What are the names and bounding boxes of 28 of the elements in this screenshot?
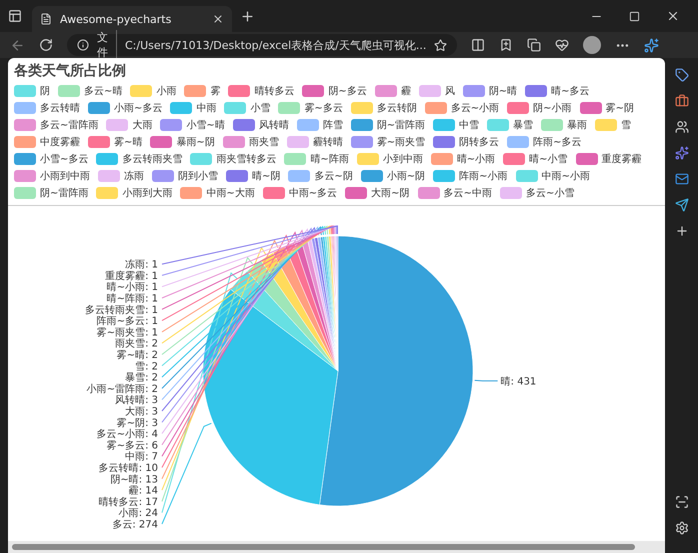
slice-label: 雾~晴: 2: [116, 350, 158, 361]
slice-label: 多云转晴: 10: [98, 463, 158, 474]
slice-label: 阵雨~多云: 1: [96, 316, 158, 328]
slice-label: 暴雪: 2: [125, 372, 158, 384]
slice-label: 晴~小雨: 1: [106, 282, 158, 294]
slice-label: 小雨~雷阵雨: 2: [86, 384, 158, 395]
tab-title: Awesome-pyecharts: [60, 12, 172, 26]
slice-label: 风转晴: 3: [115, 395, 158, 406]
slice-label: 雾~多云: 6: [106, 440, 158, 452]
slice-label: 多云转雨夹雪: 1: [85, 304, 158, 316]
slice-label: 小雨: 24: [118, 508, 158, 520]
slice-label: 霾: 14: [128, 486, 158, 497]
slice-label: 雪: 2: [135, 361, 158, 372]
slice-label: 阴~晴: 13: [110, 474, 158, 486]
url-text: C:/Users/71013/Desktop/excel表格合成/天气爬虫可视化...: [125, 38, 426, 52]
slice-label: 冻雨: 1: [125, 260, 158, 271]
slice-label: 重度雾霾: 1: [105, 270, 158, 282]
slice-label: 大雨: 3: [125, 406, 158, 418]
slice-label: 晴转多云: 17: [98, 496, 158, 508]
slice-label: 多云: 274: [112, 520, 158, 530]
slice-label: 中雨: 7: [125, 452, 158, 463]
slice-label: 多云~小雨: 4: [96, 429, 158, 440]
slice-label: 雨夹雪: 2: [115, 338, 158, 350]
slice-label: 晴: 431: [500, 376, 536, 388]
slice-label: 雾~雨夹雪: 1: [96, 327, 158, 338]
chart-title: 各类天气所占比例: [12, 62, 127, 80]
slice-label: 雾~阴: 3: [116, 418, 158, 429]
slice-label: 晴~阵雨: 1: [106, 294, 158, 304]
